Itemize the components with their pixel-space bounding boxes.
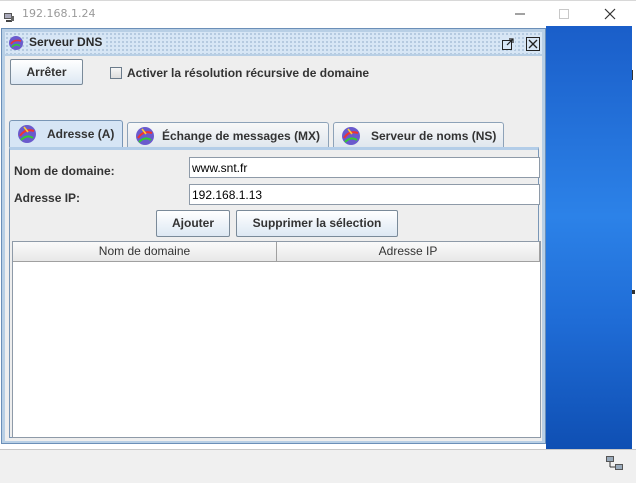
dns-records-table[interactable]: Nom de domaine Adresse IP (12, 241, 541, 438)
window-title: 192.168.1.24 (22, 7, 96, 20)
frame-title: Serveur DNS (29, 35, 107, 49)
domain-name-label: Nom de domaine: (14, 164, 115, 178)
network-globe-icon (8, 35, 24, 55)
delete-selection-button[interactable]: Supprimer la sélection (236, 210, 398, 237)
domain-name-input[interactable]: www.snt.fr (189, 157, 540, 178)
close-icon (526, 37, 540, 51)
dns-server-frame: Serveur DNS Arrêter Activer la résolutio… (1, 28, 546, 444)
tab-label: Adresse (A) (47, 127, 115, 141)
network-status-icon[interactable] (605, 455, 625, 477)
frame-close-button[interactable] (526, 36, 540, 51)
status-bar (0, 449, 636, 483)
column-header-domain[interactable]: Nom de domaine (13, 242, 277, 262)
divider (632, 290, 635, 294)
recursive-resolution-checkbox[interactable] (110, 67, 122, 79)
add-button[interactable]: Ajouter (156, 210, 230, 237)
recursive-resolution-label: Activer la résolution récursive de domai… (127, 66, 370, 80)
ip-address-label: Adresse IP: (14, 191, 81, 205)
minimize-button[interactable] (500, 3, 540, 25)
frame-content: Arrêter Activer la résolution récursive … (5, 56, 542, 441)
divider (632, 70, 633, 80)
ip-address-input[interactable]: 192.168.1.13 (189, 184, 540, 205)
desktop-background (546, 26, 632, 449)
close-button[interactable] (590, 3, 630, 25)
network-globe-icon (16, 123, 38, 148)
tab-mx-exchange[interactable]: Échange de messages (MX) (127, 122, 329, 148)
tab-ns-server[interactable]: Serveur de noms (NS) (333, 122, 504, 148)
frame-titlebar[interactable]: Serveur DNS (5, 32, 542, 54)
tab-address-a[interactable]: Adresse (A) (9, 120, 123, 148)
tab-label: Serveur de noms (NS) (371, 129, 497, 143)
stop-button[interactable]: Arrêter (10, 59, 83, 85)
window-titlebar: 192.168.1.24 (0, 0, 636, 27)
minimize-icon (515, 13, 525, 15)
frame-maximize-button[interactable] (501, 36, 515, 50)
tab-label: Échange de messages (MX) (162, 129, 321, 143)
maximize-button[interactable] (544, 3, 584, 25)
close-icon (604, 8, 616, 20)
maximize-icon (502, 38, 514, 50)
computer-icon (3, 8, 15, 22)
tab-panel-address: Nom de domaine: www.snt.fr Adresse IP: 1… (9, 147, 541, 438)
maximize-icon (559, 9, 569, 19)
column-header-ip[interactable]: Adresse IP (277, 242, 540, 262)
